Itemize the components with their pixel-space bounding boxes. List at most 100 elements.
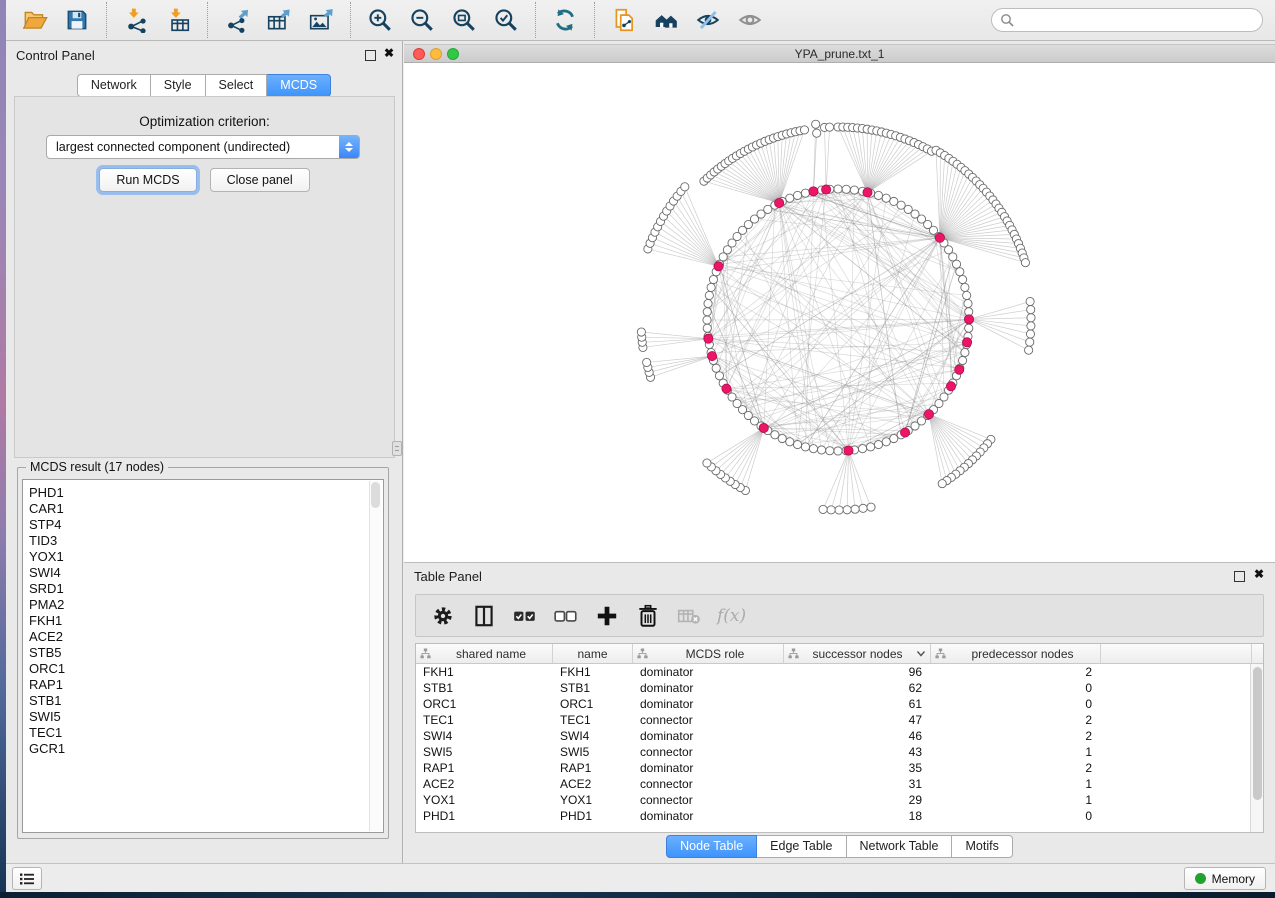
mcds-result-item[interactable]: STP4 <box>23 517 383 533</box>
node-table: shared namenameMCDS role successor nodes p… <box>415 643 1264 833</box>
optimization-criterion-select[interactable]: largest connected component (undirected) <box>46 135 360 159</box>
close-table-panel-icon[interactable]: ✖ <box>1254 567 1264 581</box>
column-header-predecessor-nodes[interactable]: predecessor nodes <box>931 644 1101 663</box>
search-field[interactable] <box>991 8 1263 32</box>
mcds-result-item[interactable]: TID3 <box>23 533 383 549</box>
memory-button[interactable]: Memory <box>1184 867 1266 890</box>
eye-icon <box>737 7 763 33</box>
clone-network-button[interactable] <box>603 3 645 37</box>
application-window: Control Panel ✖ NetworkStyleSelectMCDS O… <box>6 0 1275 892</box>
table-row[interactable]: RAP1RAP1dominator352 <box>416 760 1250 776</box>
mcds-list-scrollbar[interactable] <box>369 481 382 831</box>
toolbar-group-file <box>6 2 107 38</box>
mcds-result-item[interactable]: CAR1 <box>23 501 383 517</box>
two-houses-icon <box>653 7 679 33</box>
table-row[interactable]: ORC1ORC1dominator610 <box>416 696 1250 712</box>
mcds-result-item[interactable]: ORC1 <box>23 661 383 677</box>
select-all-button[interactable] <box>512 603 538 629</box>
splitpane-grip[interactable] <box>392 441 402 456</box>
table-cell: PHD1 <box>416 808 553 824</box>
table-settings-button[interactable] <box>430 603 456 629</box>
export-image-button[interactable] <box>300 3 342 37</box>
network-canvas[interactable] <box>404 63 1275 562</box>
zoom-out-button[interactable] <box>401 3 443 37</box>
tab-select[interactable]: Select <box>206 74 268 97</box>
mcds-result-item[interactable]: SWI5 <box>23 709 383 725</box>
table-row[interactable]: PHD1PHD1dominator180 <box>416 808 1250 824</box>
save-session-button[interactable] <box>56 3 98 37</box>
export-network-button[interactable] <box>216 3 258 37</box>
table-cell: TEC1 <box>416 712 553 728</box>
table-cell: dominator <box>633 696 784 712</box>
table-cell: 0 <box>931 680 1101 696</box>
table-cell: dominator <box>633 760 784 776</box>
function-builder-button[interactable]: f(x) <box>717 606 746 626</box>
column-header-successor-nodes[interactable]: successor nodes <box>784 644 931 663</box>
mcds-result-item[interactable]: STB5 <box>23 645 383 661</box>
delete-column-button[interactable] <box>635 603 661 629</box>
export-image-icon <box>308 7 334 33</box>
network-graph[interactable] <box>404 63 1275 560</box>
zoom-in-button[interactable] <box>359 3 401 37</box>
table-scrollbar-thumb[interactable] <box>1253 667 1262 800</box>
column-header-shared-name[interactable]: shared name <box>416 644 553 663</box>
mcds-result-item[interactable]: SWI4 <box>23 565 383 581</box>
import-table-button[interactable] <box>157 3 199 37</box>
close-panel-button[interactable]: Close panel <box>210 168 310 192</box>
column-header-filler[interactable] <box>1101 644 1252 663</box>
column-header-name[interactable]: name <box>553 644 633 663</box>
zoom-selected-button[interactable] <box>485 3 527 37</box>
close-panel-icon[interactable]: ✖ <box>384 46 394 60</box>
mcds-result-item[interactable]: YOX1 <box>23 549 383 565</box>
mcds-result-item[interactable]: PHD1 <box>23 485 383 501</box>
hide-unselected-button[interactable] <box>687 3 729 37</box>
table-row[interactable]: SWI4SWI4dominator462 <box>416 728 1250 744</box>
mcds-result-item[interactable]: PMA2 <box>23 597 383 613</box>
table-tab-network-table[interactable]: Network Table <box>847 835 953 858</box>
mcds-result-item[interactable]: RAP1 <box>23 677 383 693</box>
zoom-fit-button[interactable] <box>443 3 485 37</box>
table-tab-node-table[interactable]: Node Table <box>666 835 757 858</box>
column-header-label: successor nodes <box>802 647 913 661</box>
mcds-result-item[interactable]: FKH1 <box>23 613 383 629</box>
table-row[interactable]: SWI5SWI5connector431 <box>416 744 1250 760</box>
column-namespace-icon <box>420 648 431 659</box>
run-mcds-button[interactable]: Run MCDS <box>99 168 196 192</box>
table-row[interactable]: YOX1YOX1connector291 <box>416 792 1250 808</box>
mcds-result-item[interactable]: STB1 <box>23 693 383 709</box>
tab-style[interactable]: Style <box>151 74 206 97</box>
import-network-button[interactable] <box>115 3 157 37</box>
show-columns-button[interactable] <box>471 603 497 629</box>
export-table-button[interactable] <box>258 3 300 37</box>
task-history-button[interactable] <box>12 867 42 890</box>
open-folder-icon <box>22 7 48 33</box>
tab-mcds[interactable]: MCDS <box>267 74 331 97</box>
mcds-result-item[interactable]: ACE2 <box>23 629 383 645</box>
float-panel-icon[interactable] <box>365 50 376 61</box>
float-table-panel-icon[interactable] <box>1234 571 1245 582</box>
search-input[interactable] <box>1020 12 1254 28</box>
table-row[interactable]: TEC1TEC1connector472 <box>416 712 1250 728</box>
deselect-all-button[interactable] <box>553 603 579 629</box>
list-icon <box>19 872 35 886</box>
table-row[interactable]: ACE2ACE2connector311 <box>416 776 1250 792</box>
refresh-layout-button[interactable] <box>544 3 586 37</box>
mcds-result-item[interactable]: SRD1 <box>23 581 383 597</box>
column-namespace-icon <box>788 648 799 659</box>
table-tab-motifs[interactable]: Motifs <box>952 835 1012 858</box>
table-scrollbar[interactable] <box>1250 664 1263 832</box>
table-row[interactable]: FKH1FKH1dominator962 <box>416 664 1250 680</box>
scrollbar-thumb[interactable] <box>371 482 380 508</box>
delete-table-button[interactable] <box>676 603 702 629</box>
first-neighbors-button[interactable] <box>645 3 687 37</box>
column-header-mcds-role[interactable]: MCDS role <box>633 644 784 663</box>
table-row[interactable]: STB1STB1dominator620 <box>416 680 1250 696</box>
mcds-result-item[interactable]: GCR1 <box>23 741 383 757</box>
show-all-button[interactable] <box>729 3 771 37</box>
open-file-button[interactable] <box>14 3 56 37</box>
tab-network[interactable]: Network <box>77 74 151 97</box>
table-toolbar: f(x) <box>415 594 1264 637</box>
mcds-result-item[interactable]: TEC1 <box>23 725 383 741</box>
table-tab-edge-table[interactable]: Edge Table <box>757 835 846 858</box>
add-column-button[interactable] <box>594 603 620 629</box>
